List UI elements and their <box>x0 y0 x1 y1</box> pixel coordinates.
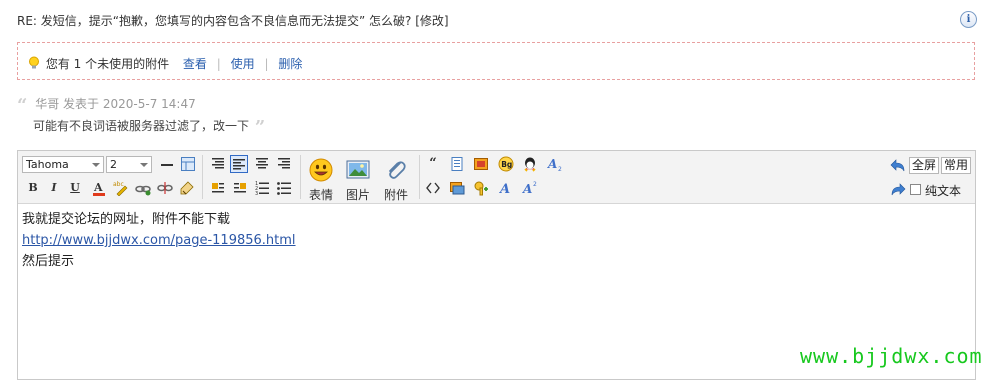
editor-link[interactable]: http://www.bjjdwx.com/page-119856.html <box>22 233 296 248</box>
chevron-down-icon <box>92 163 100 167</box>
use-attachment-link[interactable]: 使用 <box>231 57 255 71</box>
svg-text:A: A <box>93 181 103 194</box>
site-watermark: www.bjjdwx.com <box>800 344 983 368</box>
editor-toolbar: Tahoma 2 B I U A abc 1 2 3 表情 图片 附件 “ Bg… <box>18 151 975 204</box>
unordered-list-icon[interactable] <box>275 179 293 197</box>
bold-icon[interactable]: B <box>24 179 42 197</box>
svg-text:abc: abc <box>113 181 124 188</box>
float-left-icon[interactable] <box>209 179 227 197</box>
align-justify-icon[interactable] <box>253 155 271 173</box>
image-icon <box>346 160 370 179</box>
float-right-icon[interactable] <box>231 179 249 197</box>
attachment-button[interactable]: 附件 <box>379 154 413 202</box>
svg-text:2: 2 <box>558 166 562 172</box>
link-icon[interactable] <box>134 179 152 197</box>
svg-text:Bg: Bg <box>501 160 512 169</box>
common-mode-button[interactable]: 常用 <box>941 157 972 174</box>
post-title-row: RE: 发短信，提示“抱歉，您填写的内容包含不良信息而无法提交” 怎么破? [修… <box>17 10 977 30</box>
media-icon[interactable] <box>448 179 466 197</box>
align-right-icon[interactable] <box>275 155 293 173</box>
plaintext-label: 纯文本 <box>925 184 962 198</box>
superscript-icon[interactable]: A2 <box>521 179 539 197</box>
attachment-label: 附件 <box>383 188 408 202</box>
editor-line: 然后提示 <box>22 254 75 269</box>
delete-attachment-link[interactable]: 删除 <box>278 57 302 71</box>
chevron-down-icon <box>140 163 148 167</box>
unused-attachment-notice: 您有 1 个未使用的附件 查看 | 使用 | 删除 <box>17 42 975 80</box>
subscript-icon[interactable]: A2 <box>546 155 564 173</box>
italic-icon[interactable]: I <box>45 179 63 197</box>
fullscreen-button[interactable]: 全屏 <box>909 157 940 174</box>
separator: | <box>264 57 269 71</box>
ordered-list-icon[interactable]: 123 <box>253 179 271 197</box>
toolbar-divider <box>202 155 203 199</box>
svg-text:A: A <box>522 182 532 196</box>
toolbar-divider <box>300 155 301 199</box>
toolbar-divider <box>419 155 420 199</box>
undo-icon[interactable] <box>888 156 906 174</box>
quote-open-mark: “ <box>17 95 28 116</box>
paperclip-icon <box>389 161 406 179</box>
code-icon[interactable] <box>424 179 442 197</box>
flash-icon[interactable] <box>472 155 490 173</box>
background-color-icon[interactable]: Bg <box>497 155 515 173</box>
svg-text:2: 2 <box>533 181 537 188</box>
font-family-value: Tahoma <box>26 158 69 171</box>
highlight-icon[interactable]: abc <box>112 179 130 197</box>
horizontal-rule-icon[interactable] <box>158 155 176 173</box>
font-size-value: 2 <box>110 158 117 171</box>
font-size-select[interactable]: 2 <box>106 156 152 173</box>
quote-close-mark: ” <box>254 117 266 138</box>
smiley-icon <box>309 158 333 182</box>
align-center-icon[interactable] <box>230 155 248 173</box>
code-block-icon[interactable] <box>448 155 466 173</box>
unlink-icon[interactable] <box>156 179 174 197</box>
separator: | <box>216 57 221 71</box>
info-icon[interactable]: i <box>960 11 977 28</box>
editor-content[interactable]: 我就提交论坛的网址，附件不能下载 http://www.bjjdwx.com/p… <box>22 209 296 272</box>
quote-datetime: 2020-5-7 14:47 <box>102 97 196 111</box>
quote-icon[interactable]: “ <box>424 155 442 173</box>
image-label: 图片 <box>345 188 370 202</box>
svg-text:3: 3 <box>255 191 258 196</box>
quote-author: 华哥 <box>35 97 60 111</box>
redo-icon[interactable] <box>888 180 906 198</box>
editor-line: 我就提交论坛的网址，附件不能下载 <box>22 212 231 227</box>
svg-text:A: A <box>498 182 510 196</box>
quote-body-text: 可能有不良词语被服务器过滤了，改一下 <box>33 119 250 133</box>
post-title: RE: 发短信，提示“抱歉，您填写的内容包含不良信息而无法提交” 怎么破? [修… <box>17 14 449 28</box>
view-attachment-link[interactable]: 查看 <box>183 57 207 71</box>
quote-posted-label: 发表于 <box>63 97 100 111</box>
hidden-content-icon[interactable] <box>472 179 490 197</box>
attachment-notice-text: 您有 1 个未使用的附件 <box>45 57 170 71</box>
qq-icon[interactable] <box>521 155 539 173</box>
underline-icon[interactable]: U <box>66 179 84 197</box>
lightbulb-icon <box>29 56 39 69</box>
svg-text:A: A <box>547 157 557 171</box>
emoticon-label: 表情 <box>308 188 333 202</box>
plaintext-checkbox[interactable] <box>910 184 921 195</box>
font-family-select[interactable]: Tahoma <box>22 156 104 173</box>
font-color-icon[interactable]: A <box>90 179 108 197</box>
align-left-icon[interactable] <box>209 155 227 173</box>
table-icon[interactable] <box>179 155 197 173</box>
clear-format-icon[interactable] <box>178 179 196 197</box>
font-style-icon[interactable]: A <box>497 179 515 197</box>
image-button[interactable]: 图片 <box>341 154 375 202</box>
emoticon-button[interactable]: 表情 <box>304 154 338 202</box>
